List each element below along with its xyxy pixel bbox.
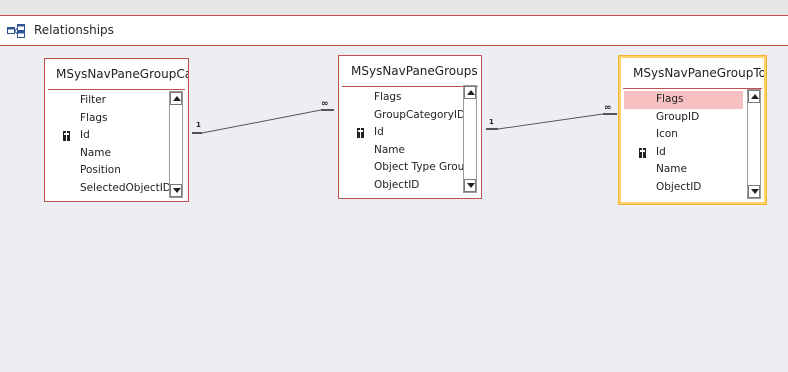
field-item[interactable]: Filter — [48, 92, 166, 110]
title-divider — [623, 88, 762, 89]
field-item[interactable]: Object Type Group — [342, 159, 471, 177]
field-item[interactable]: Position — [48, 162, 166, 180]
field-name: Name — [80, 146, 111, 159]
primary-key-icon — [63, 131, 70, 141]
scroll-down-button[interactable] — [748, 185, 760, 198]
primary-key-icon — [357, 128, 364, 138]
field-item[interactable]: Id — [342, 124, 464, 142]
field-item[interactable]: Flags — [342, 89, 464, 107]
field-name: Flags — [80, 111, 108, 124]
field-name: Flags — [374, 91, 402, 103]
table-msysnavpanegrouptoobjects[interactable]: MSysNavPaneGroupTo... Flags GroupID Icon… — [618, 55, 767, 205]
field-item[interactable]: Name — [624, 161, 743, 179]
field-list: Flags GroupCategoryID Id Name Object Typ… — [342, 89, 471, 195]
relationships-canvas[interactable]: 1 ∞ 1 ∞ MSysNavPaneGroupCa... Filter Fla… — [0, 46, 788, 372]
scroll-up-button[interactable] — [170, 92, 182, 105]
field-list-scrollbar[interactable] — [747, 89, 761, 199]
table-msysnavpanegroupcategories[interactable]: MSysNavPaneGroupCa... Filter Flags Id Na… — [44, 58, 189, 202]
field-name: Object Type Group — [374, 161, 471, 173]
scroll-up-button[interactable] — [748, 90, 760, 103]
scroll-up-button[interactable] — [464, 86, 476, 99]
field-name: Filter — [80, 94, 107, 106]
field-name: SelectedObjectID — [80, 181, 171, 194]
field-item[interactable]: Name — [48, 145, 166, 163]
cardinality-one-1: 1 — [196, 121, 201, 129]
cardinality-many-1: ∞ — [321, 99, 329, 109]
cardinality-one-2: 1 — [489, 118, 494, 126]
field-name: Icon — [656, 128, 678, 140]
field-item[interactable]: GroupID — [624, 109, 743, 127]
ribbon-bottom-strip — [0, 0, 788, 16]
field-item[interactable]: ObjectID — [624, 179, 743, 197]
field-item[interactable]: GroupCategoryID — [342, 107, 466, 125]
title-divider — [342, 86, 478, 87]
field-item[interactable]: ObjectID — [342, 177, 464, 195]
title-divider — [48, 89, 185, 90]
field-name: Flags — [656, 93, 684, 105]
arrow-up-icon — [467, 90, 475, 95]
cardinality-many-2: ∞ — [604, 103, 612, 113]
scroll-down-button[interactable] — [170, 184, 182, 197]
relationship-line-1[interactable] — [192, 109, 334, 134]
field-name: Name — [374, 143, 405, 156]
arrow-down-icon — [173, 188, 181, 193]
field-name: Position — [80, 164, 121, 176]
field-name: GroupCategoryID — [374, 108, 466, 121]
field-item[interactable]: Name — [342, 142, 464, 160]
field-item[interactable]: Id — [48, 127, 166, 145]
field-item[interactable]: SelectedObjectID — [48, 180, 171, 198]
field-name: GroupID — [656, 110, 700, 123]
tab-relationships[interactable]: Relationships — [34, 23, 114, 37]
field-list-scrollbar[interactable] — [463, 85, 477, 193]
arrow-up-icon — [173, 96, 181, 101]
relationships-icon — [7, 24, 25, 38]
field-list: Filter Flags Id Name Position SelectedOb… — [48, 92, 171, 198]
document-tab-bar: Relationships — [0, 16, 788, 46]
relationship-line-2[interactable] — [486, 113, 617, 130]
field-list-scrollbar[interactable] — [169, 91, 183, 198]
arrow-up-icon — [751, 94, 759, 99]
field-name: Id — [80, 129, 90, 141]
scroll-down-button[interactable] — [464, 179, 476, 192]
field-name: ObjectID — [374, 178, 420, 191]
arrow-down-icon — [751, 189, 759, 194]
primary-key-icon — [639, 147, 646, 158]
field-item-selected[interactable]: Flags — [624, 91, 743, 109]
field-name: ObjectID — [656, 180, 702, 193]
table-title[interactable]: MSysNavPaneGroupCa... — [45, 59, 188, 89]
field-item[interactable]: Id — [624, 144, 743, 162]
field-list: Flags GroupID Icon Id Name ObjectID — [624, 91, 743, 196]
field-name: Name — [656, 163, 687, 175]
field-item[interactable]: Icon — [624, 126, 743, 144]
arrow-down-icon — [467, 183, 475, 188]
field-name: Id — [656, 145, 666, 158]
field-name: Id — [374, 126, 384, 138]
table-msysnavpanegroups[interactable]: MSysNavPaneGroups Flags GroupCategoryID … — [338, 55, 482, 199]
table-title[interactable]: MSysNavPaneGroups — [339, 56, 481, 86]
field-item[interactable]: Flags — [48, 110, 166, 128]
table-title[interactable]: MSysNavPaneGroupTo... — [621, 58, 764, 88]
